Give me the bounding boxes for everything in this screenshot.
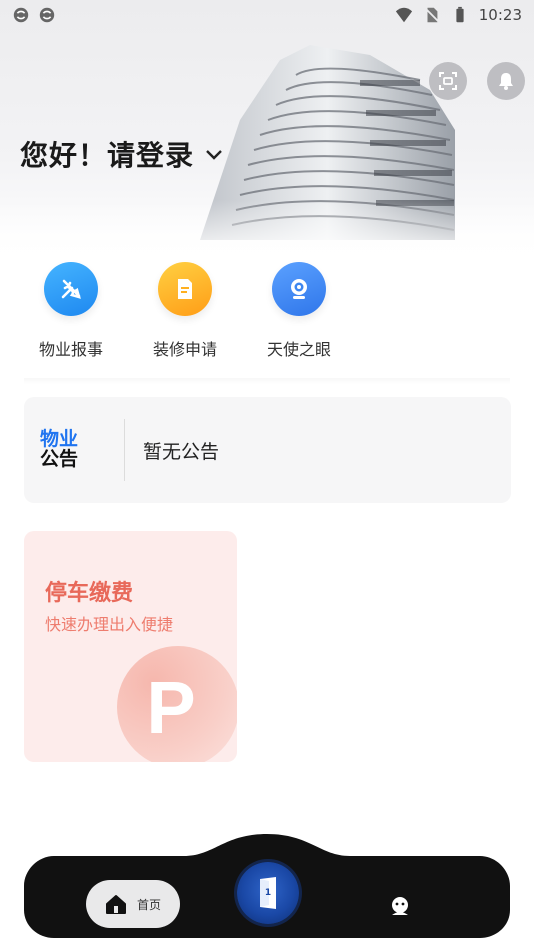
parking-subtitle: 快速办理出入便捷 bbox=[45, 615, 174, 634]
parking-title: 停车缴费 bbox=[45, 581, 134, 606]
login-prompt[interactable]: 您好！请登录 bbox=[20, 134, 224, 174]
notice-card[interactable]: 物业 公告 暂无公告 bbox=[24, 397, 511, 503]
scan-button[interactable] bbox=[429, 62, 467, 100]
no-sim-icon bbox=[423, 7, 440, 23]
notice-separator bbox=[124, 419, 125, 481]
bell-icon bbox=[499, 73, 513, 90]
notice-logo-line2: 公告 bbox=[40, 448, 79, 470]
hero-banner bbox=[0, 0, 534, 265]
notice-logo-line1: 物业 bbox=[40, 428, 79, 451]
nav-profile[interactable] bbox=[386, 892, 414, 920]
sync-icon bbox=[39, 7, 55, 23]
battery-icon bbox=[456, 6, 464, 23]
quick-actions: 物业报事 装修申请 天使之眼 bbox=[14, 262, 354, 362]
wifi-icon bbox=[395, 7, 412, 23]
notice-logo: 物业 公告 bbox=[40, 428, 120, 470]
camera-icon bbox=[272, 262, 326, 316]
parking-icon: P bbox=[117, 646, 237, 762]
quick-action-label: 天使之眼 bbox=[266, 340, 331, 359]
greeting-text: 您好！请登录 bbox=[20, 139, 195, 172]
document-icon bbox=[158, 262, 212, 316]
hero-fade bbox=[0, 200, 534, 265]
status-time: 10:23 bbox=[478, 6, 522, 24]
door-badge: 1 bbox=[264, 888, 272, 898]
bottom-navigation: 首页 1 bbox=[24, 832, 510, 938]
profile-icon bbox=[392, 897, 408, 915]
home-icon bbox=[105, 895, 126, 914]
notice-text: 暂无公告 bbox=[143, 440, 220, 463]
quick-action-label: 物业报事 bbox=[38, 340, 103, 359]
parking-payment-card[interactable]: 停车缴费 快速办理出入便捷 P bbox=[24, 531, 237, 762]
parking-badge: P bbox=[146, 665, 196, 749]
sync-icon bbox=[13, 7, 29, 23]
quick-action-property-report[interactable]: 物业报事 bbox=[14, 262, 128, 360]
nav-door-button[interactable]: 1 bbox=[237, 862, 299, 924]
nav-home-label: 首页 bbox=[136, 897, 161, 912]
notification-button[interactable] bbox=[487, 62, 525, 100]
chevron-down-icon bbox=[206, 150, 222, 160]
tools-icon bbox=[44, 262, 98, 316]
scan-icon bbox=[439, 72, 457, 90]
status-bar: 10:23 bbox=[0, 0, 534, 30]
quick-action-renovation[interactable]: 装修申请 bbox=[128, 262, 242, 360]
quick-action-label: 装修申请 bbox=[152, 340, 217, 359]
quick-action-angel-eye[interactable]: 天使之眼 bbox=[242, 262, 356, 360]
nav-home[interactable]: 首页 bbox=[86, 880, 180, 928]
divider bbox=[24, 378, 510, 384]
